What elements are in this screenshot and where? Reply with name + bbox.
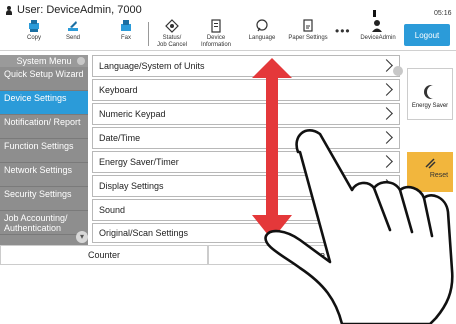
list-item-display-settings[interactable]: Display Settings <box>92 175 400 197</box>
list-item-keyboard[interactable]: Keyboard <box>92 79 400 101</box>
energy-saver-button[interactable]: Energy Saver <box>407 68 453 120</box>
moon-icon <box>427 85 441 99</box>
status-indicator-icon <box>373 10 376 17</box>
status-label: Status/ Job Cancel <box>156 35 188 48</box>
chevron-up-icon <box>289 251 300 262</box>
status-icon <box>165 19 179 33</box>
menu-item-job-accounting[interactable]: Job Accounting/ Authentication <box>0 211 88 235</box>
list-item-label: Display Settings <box>99 181 164 191</box>
system-menu-header: System Menu <box>0 55 88 67</box>
chevron-right-icon <box>380 131 393 144</box>
send-label: Send <box>65 35 80 41</box>
paper-settings-button[interactable]: Paper Settings <box>288 19 328 42</box>
clock: 05:16 <box>434 10 452 17</box>
chevron-right-icon <box>380 83 393 96</box>
chevron-right-icon <box>380 179 393 192</box>
user-label: User: DeviceAdmin, 7000 <box>17 4 142 16</box>
menu-item-notification-report[interactable]: Notification/ Report <box>0 115 88 139</box>
paper-settings-label: Paper Settings <box>288 35 328 41</box>
list-scroll-up-icon[interactable] <box>393 66 403 76</box>
chevron-right-icon <box>380 203 393 216</box>
device-admin-label: DeviceAdmin <box>360 35 396 41</box>
more-button[interactable]: ••• <box>335 24 351 38</box>
chevron-right-icon <box>380 107 393 120</box>
menu-item-function-settings[interactable]: Function Settings <box>0 139 88 163</box>
list-item-label: Energy Saver/Timer <box>99 157 179 167</box>
reset-icon <box>425 158 436 169</box>
language-button[interactable]: Language <box>242 19 282 42</box>
top-bar: User: DeviceAdmin, 7000 05:16 Copy Send … <box>0 0 456 51</box>
copy-label: Copy <box>26 35 41 41</box>
list-item-label: Date/Time <box>99 133 141 143</box>
list-item-label: Language/System of Units <box>99 61 205 71</box>
fax-icon <box>121 20 131 31</box>
fax-button[interactable]: Fax <box>106 19 146 42</box>
user-icon <box>6 5 12 15</box>
list-item-sound[interactable]: Sound <box>92 199 400 221</box>
list-item-numeric-keypad[interactable]: Numeric Keypad <box>92 103 400 125</box>
energy-saver-label: Energy Saver <box>411 103 449 109</box>
user-info: User: DeviceAdmin, 7000 <box>6 4 142 16</box>
device-info-label: Device Information <box>200 35 231 48</box>
language-label: Language <box>248 35 276 41</box>
list-item-language[interactable]: Language/System of Units <box>92 55 400 77</box>
send-icon <box>68 21 78 31</box>
reset-button[interactable]: Reset <box>407 152 453 192</box>
list-item-label: Numeric Keypad <box>99 109 166 119</box>
status-job-cancel-button[interactable]: Status/ Job Cancel <box>152 19 192 49</box>
device-info-icon <box>211 19 221 33</box>
device-admin-button[interactable]: DeviceAdmin <box>358 19 398 42</box>
copy-button[interactable]: Copy <box>14 19 54 42</box>
logout-button[interactable]: Logout <box>404 24 450 46</box>
list-item-date-time[interactable]: Date/Time <box>92 127 400 149</box>
list-item-energy-saver-timer[interactable]: Energy Saver/Timer <box>92 151 400 173</box>
send-button[interactable]: Send <box>53 19 93 42</box>
menu-item-security-settings[interactable]: Security Settings <box>0 187 88 211</box>
counter-button[interactable]: Counter <box>0 245 208 265</box>
admin-user-icon <box>372 20 382 32</box>
close-label: Close <box>301 250 325 260</box>
menu-scroll-up-icon[interactable] <box>77 57 85 65</box>
menu-item-quick-setup[interactable]: Quick Setup Wizard <box>0 67 88 91</box>
chevron-right-icon <box>380 59 393 72</box>
menu-scroll-down-icon[interactable]: ▾ <box>76 231 88 243</box>
toolbar-divider <box>148 22 149 46</box>
paper-settings-icon <box>303 19 313 32</box>
fax-label: Fax <box>120 35 131 41</box>
list-item-label: Keyboard <box>99 85 138 95</box>
list-item-label: Sound <box>99 205 126 215</box>
language-icon <box>256 19 268 32</box>
list-item-original-scan-settings[interactable]: Original/Scan Settings <box>92 223 400 243</box>
list-item-label: Original/Scan Settings <box>99 228 189 238</box>
menu-item-device-settings[interactable]: Device Settings <box>0 91 88 115</box>
menu-item-network-settings[interactable]: Network Settings <box>0 163 88 187</box>
chevron-right-icon <box>380 155 393 168</box>
reset-label: Reset <box>429 172 449 179</box>
close-button[interactable]: Close <box>208 245 408 265</box>
system-menu-sidebar: System Menu Quick Setup Wizard Device Se… <box>0 55 88 247</box>
device-information-button[interactable]: Device Information <box>196 19 236 49</box>
system-menu-title: System Menu <box>16 56 72 66</box>
copy-icon <box>29 20 39 32</box>
settings-list: Language/System of Units Keyboard Numeri… <box>92 55 402 243</box>
